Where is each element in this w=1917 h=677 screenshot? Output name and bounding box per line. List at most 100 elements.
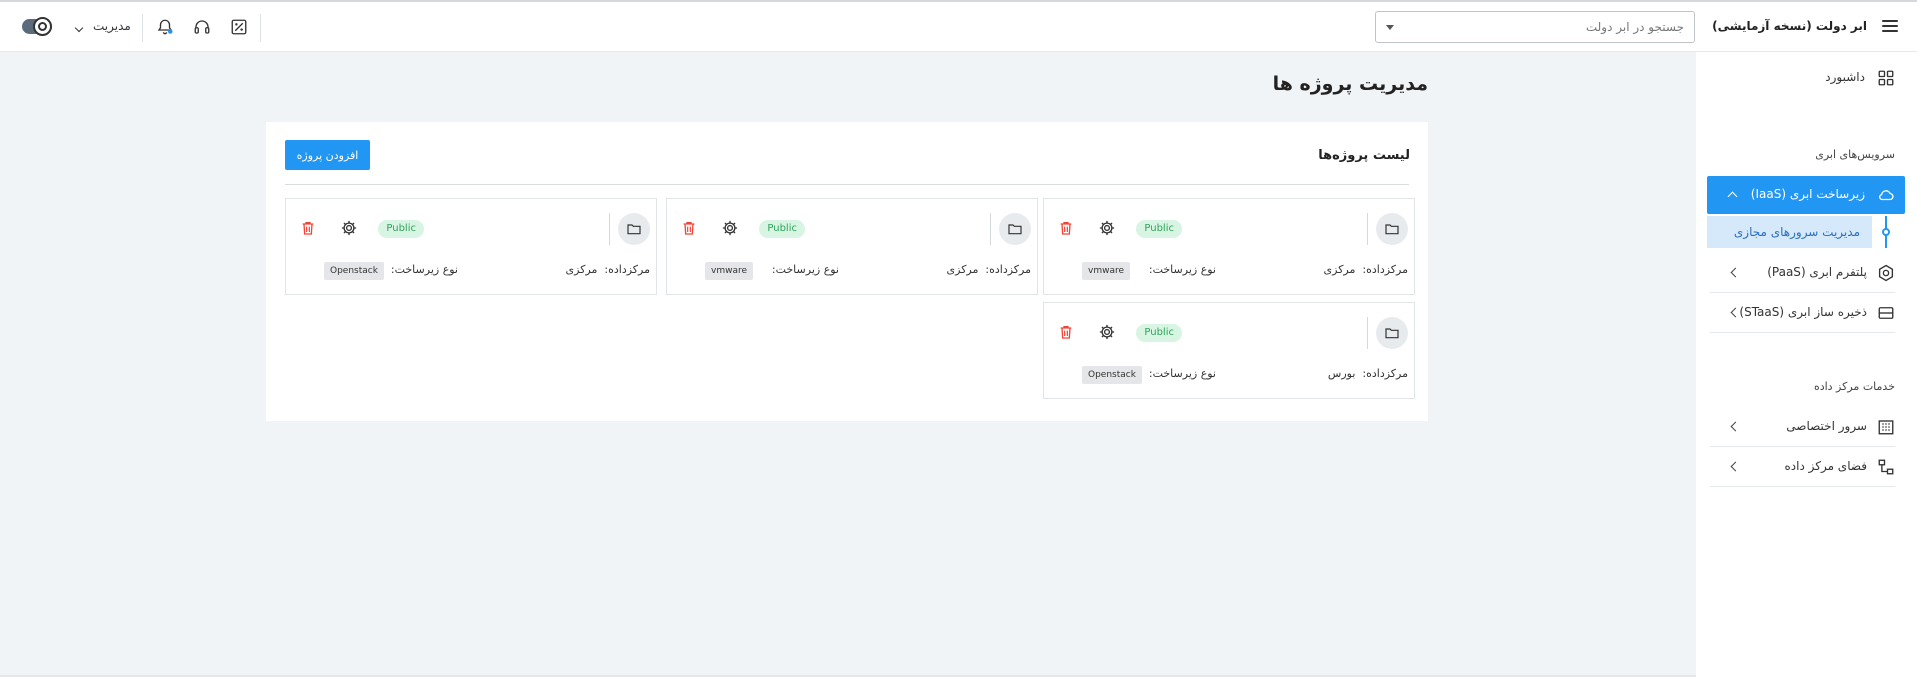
infrastructure-label: نوع زیرساخت: [771,263,839,276]
infrastructure-value: Openstack [324,262,384,280]
sidebar-item-datacenter-space[interactable]: فضای مرکز داده [1710,448,1895,486]
page-title: مدیریت پروژه ها [1272,73,1428,95]
sidebar-divider [1710,486,1895,487]
folder-icon [1385,328,1399,339]
folder-icon [1385,224,1399,235]
project-card: Public مرکزداده: مرکزی نوع زیرساخت: Open… [285,198,657,295]
infrastructure-label: نوع زیرساخت: [390,263,458,276]
chevron-up-icon [1727,191,1738,202]
visibility-badge: Public [378,220,424,238]
project-list-title: لیست پروژه‌ها [1318,148,1410,163]
building-icon [1878,420,1894,435]
sidebar-item-label: سرور اختصاصی [1786,419,1867,433]
datacenter-info: مرکزداده: مرکزی [947,263,1031,276]
sidebar-item-dashboard[interactable]: داشبورد [1710,59,1895,97]
sidebar-item-paas[interactable]: پلتفرم ابری (PaaS) [1710,254,1895,292]
sidebar-item-iaas[interactable]: زیرساخت ابری (IaaS) [1707,176,1905,214]
trash-icon[interactable] [1058,323,1074,341]
role-menu[interactable]: مدیریت [93,19,131,33]
open-project-button[interactable] [1376,317,1408,349]
open-project-button[interactable] [1376,213,1408,245]
search-dropdown-caret-icon[interactable] [1386,25,1394,30]
chevron-left-icon [1730,267,1741,278]
open-project-button[interactable] [999,213,1031,245]
project-card: Public مرکزداده: مرکزی نوع زیرساخت: vmwa… [666,198,1038,295]
bell-icon[interactable] [156,18,174,36]
sidebar-subitem-vm-management[interactable]: مدیریت سرورهای مجازی [1707,216,1872,248]
storage-icon [1878,307,1894,319]
card-divider [1367,213,1368,245]
cloud-icon [1879,190,1894,201]
datacenter-prefix: مرکزداده: [985,263,1031,276]
headset-icon[interactable] [193,18,211,36]
datacenter-prefix: مرکزداده: [1362,263,1408,276]
sidebar-item-label: فضای مرکز داده [1784,459,1867,473]
folder-icon [627,224,641,235]
sidebar-item-dedicated-server[interactable]: سرور اختصاصی [1710,408,1895,446]
folder-icon [1008,224,1022,235]
sidebar-divider [1710,332,1895,333]
submenu-dot [1882,228,1890,236]
project-card: Public مرکزداده: مرکزی نوع زیرساخت: vmwa… [1043,198,1415,295]
sidebar-item-label: پلتفرم ابری (PaaS) [1767,265,1867,279]
sidebar-subitem-label: مدیریت سرورهای مجازی [1733,225,1860,239]
sidebar-divider [1710,292,1895,293]
infrastructure-value: vmware [705,262,754,280]
card-divider [609,213,610,245]
trash-icon[interactable] [300,219,316,237]
chevron-left-icon [1730,421,1741,432]
panel-divider [285,184,1409,185]
sidebar-item-staas[interactable]: ذخیره ساز ابری (STaaS) [1710,294,1895,332]
sidebar-item-label: داشبورد [1825,70,1865,84]
visibility-badge: Public [1136,220,1182,238]
datacenter-info: مرکزداده: مرکزی [1324,263,1408,276]
percent-icon[interactable] [230,18,248,36]
visibility-badge: Public [759,220,805,238]
hamburger-menu-icon[interactable] [1882,20,1898,34]
infrastructure-value: vmware [1082,262,1131,280]
toggle-theme-icon [33,17,52,36]
sidebar: داشبورد سرویس‌های ابری زیرساخت ابری (Iaa… [1696,52,1917,677]
trash-icon[interactable] [1058,219,1074,237]
gear-icon[interactable] [1098,219,1116,237]
search-box[interactable] [1375,11,1695,43]
datacenter-value: مرکزی [565,263,598,276]
section-cloud-services: سرویس‌های ابری [1815,148,1895,161]
header-divider [142,14,143,42]
project-card: Public مرکزداده: بورس نوع زیرساخت: Opens… [1043,302,1415,399]
card-divider [1367,317,1368,349]
add-project-button[interactable]: افزودن پروژه [285,140,370,170]
network-icon [1878,459,1894,475]
projects-panel: لیست پروژه‌ها افزودن پروژه Public مرکزدا… [266,122,1428,421]
gear-icon[interactable] [340,219,358,237]
datacenter-value: مرکزی [946,263,979,276]
hexagon-icon [1878,264,1894,282]
header-divider [260,14,261,42]
datacenter-info: مرکزداده: بورس [1328,367,1408,380]
sidebar-item-label: زیرساخت ابری (IaaS) [1750,187,1865,201]
gear-icon[interactable] [721,219,739,237]
datacenter-value: بورس [1327,367,1356,380]
app-title: ابر دولت (نسخه آزمایشی) [1712,19,1867,33]
infrastructure-label: نوع زیرساخت: [1148,367,1216,380]
datacenter-value: مرکزی [1323,263,1356,276]
open-project-button[interactable] [618,213,650,245]
chevron-left-icon [1730,461,1741,472]
search-input[interactable] [1376,12,1694,42]
infrastructure-value: Openstack [1082,366,1142,384]
datacenter-info: مرکزداده: مرکزی [566,263,650,276]
card-divider [990,213,991,245]
sidebar-divider [1710,446,1895,447]
datacenter-prefix: مرکزداده: [1362,367,1408,380]
gear-icon[interactable] [1098,323,1116,341]
chevron-down-icon[interactable] [74,23,84,33]
sidebar-item-label: ذخیره ساز ابری (STaaS) [1739,305,1867,319]
top-header: ابر دولت (نسخه آزمایشی) مدیریت [0,2,1917,52]
theme-toggle[interactable] [22,17,52,36]
datacenter-prefix: مرکزداده: [604,263,650,276]
visibility-badge: Public [1136,324,1182,342]
infrastructure-label: نوع زیرساخت: [1148,263,1216,276]
trash-icon[interactable] [681,219,697,237]
dashboard-grid-icon [1878,70,1894,86]
section-datacenter-services: خدمات مرکز داده [1813,380,1895,393]
